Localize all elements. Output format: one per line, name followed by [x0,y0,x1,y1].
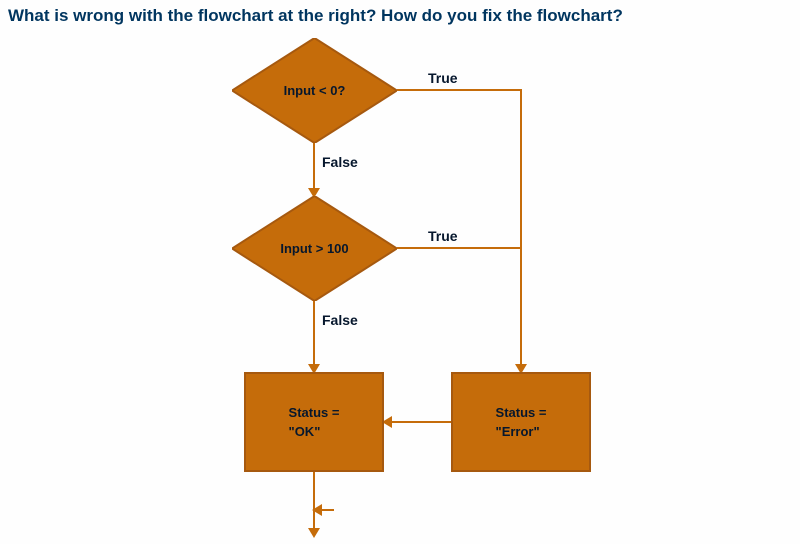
decision-input-lt-0: Input < 0? [232,38,397,143]
edge-label-d1-true: True [428,70,458,86]
edge-label-d2-true: True [428,228,458,244]
connectors [0,0,800,544]
process-status-ok: Status = "OK" [244,372,384,472]
question-text: What is wrong with the flowchart at the … [0,0,800,26]
process-status-error: Status = "Error" [451,372,591,472]
decision-1-text: Input < 0? [232,38,397,143]
edge-label-d1-false: False [322,154,358,170]
edge-label-d2-false: False [322,312,358,328]
decision-2-text: Input > 100 [232,196,397,301]
decision-input-gt-100: Input > 100 [232,196,397,301]
